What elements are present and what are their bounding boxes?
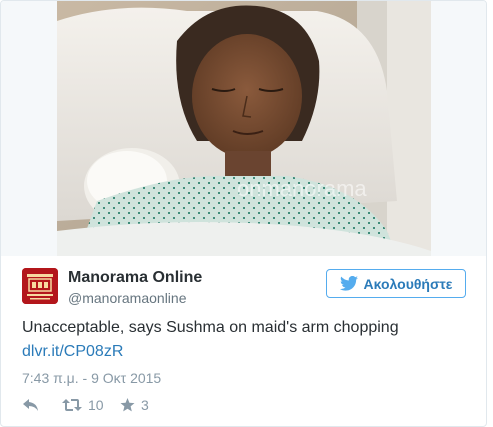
- favorite-count: 3: [141, 397, 149, 413]
- avatar[interactable]: [22, 268, 58, 304]
- twitter-bird-icon: [339, 276, 358, 291]
- reply-button[interactable]: [22, 394, 39, 416]
- favorite-button[interactable]: 3: [120, 394, 149, 416]
- retweet-button[interactable]: 10: [62, 394, 104, 416]
- tweet-photo[interactable]: onmanorama: [57, 1, 431, 256]
- tweet-photo-frame[interactable]: onmanorama: [1, 1, 486, 256]
- tweet-text: Unacceptable, says Sushma on maid's arm …: [22, 319, 399, 336]
- manorama-logo-icon: [22, 268, 58, 304]
- tweet-link[interactable]: dlvr.it/CP08zR: [22, 343, 123, 361]
- follow-button[interactable]: Ακολουθήστε: [326, 269, 466, 298]
- follow-button-label: Ακολουθήστε: [363, 275, 453, 292]
- photo-watermark: onmanorama: [237, 176, 367, 201]
- reply-icon: [23, 399, 38, 411]
- tweet-card: onmanorama Manorama Online @manoramaonli…: [0, 0, 487, 427]
- retweet-icon: [62, 399, 82, 411]
- display-name[interactable]: Manorama Online: [68, 269, 202, 287]
- screen-name[interactable]: @manoramaonline: [68, 290, 187, 306]
- retweet-count: 10: [88, 397, 104, 413]
- star-icon: [120, 398, 135, 412]
- tweet-timestamp[interactable]: 7:43 π.μ. - 9 Οκτ 2015: [22, 370, 161, 386]
